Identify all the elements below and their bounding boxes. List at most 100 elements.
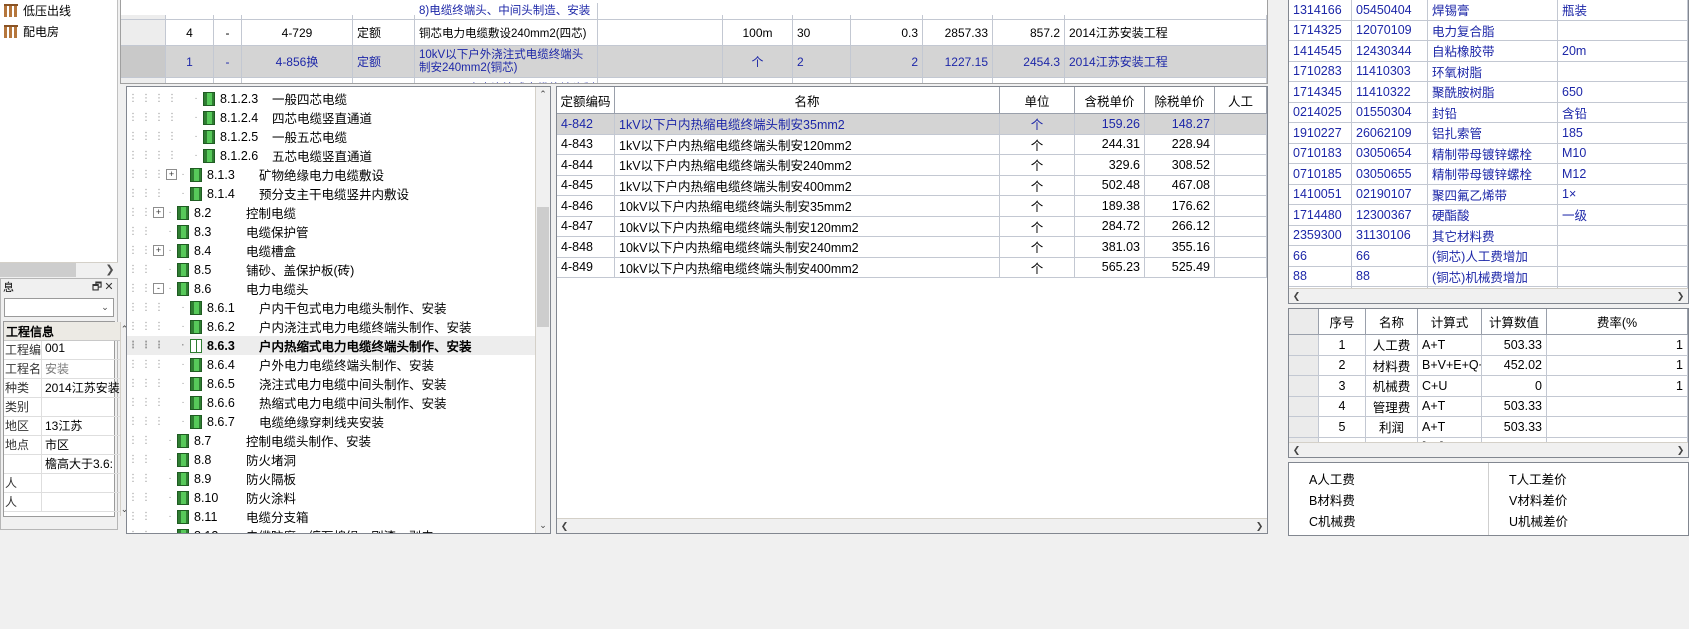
tree-expander-icon[interactable]: + — [166, 169, 177, 180]
quota-row[interactable]: 4-846 10kV以下户内热缩电缆终端头制安35mm2 个 189.38 176.62 — [557, 196, 1267, 217]
chapter-tree-item[interactable]: ⋮ ⋮ ⋮ · 8.6.5 浇注式电力电缆中间头制作、安装 — [127, 374, 535, 393]
cell-expander[interactable]: ‑ — [214, 46, 242, 77]
scroll-right-icon[interactable]: ❯ — [1673, 291, 1688, 302]
material-row[interactable]: 1710283 11410303 环氧树脂 — [1289, 61, 1688, 82]
info-row[interactable]: 地点 市区 — [4, 436, 120, 455]
chapter-tree-item[interactable]: ⋮ ⋮ ⋮ + · 8.1.3 矿物绝缘电力电缆敷设 — [127, 165, 535, 184]
table-row[interactable]: 8)电缆终端头、中间头制造、安装 — [121, 0, 1267, 20]
tree-expander-icon[interactable]: - — [153, 283, 164, 294]
fee-row[interactable]: 4 管理费 A+T 503.33 — [1289, 396, 1688, 417]
materials-grid-hscrollbar[interactable]: ❮ ❯ — [1289, 288, 1688, 303]
col-header-seq[interactable]: 序号 — [1319, 309, 1366, 334]
info-row[interactable]: 工程编号001 — [4, 341, 120, 360]
quota-row[interactable]: 4-843 1kV以下户内热缩电缆终端头制安120mm2 个 244.31 228.94 — [557, 134, 1267, 155]
quota-row[interactable]: 4-844 1kV以下户内热缩电缆终端头制安240mm2 个 329.6 308.52 — [557, 155, 1267, 176]
chapter-tree-item[interactable]: ⋮ ⋮ ⋮ · 8.6.4 户外电力电缆终端头制作、安装 — [127, 355, 535, 374]
material-row[interactable]: 0214025 01550304 封铅 含铅 — [1289, 102, 1688, 123]
project-tree-item[interactable]: 配电房 — [0, 21, 117, 42]
scroll-down-icon[interactable]: ⌄ — [536, 518, 550, 533]
table-row-selected[interactable]: 1 ‑ 4-856换 定额 10kV以下户外浇注式电缆终端头制安240mm2(铜… — [121, 46, 1267, 78]
material-row[interactable]: 0710183 03050654 精制带母镀锌螺栓 M10 — [1289, 143, 1688, 164]
material-row[interactable]: 66 66 (铜芯)人工费增加 — [1289, 246, 1688, 267]
chapter-tree-item[interactable]: ⋮ ⋮ ⋮ ⋮ · 8.1.2.5 一般五芯电缆 — [127, 127, 535, 146]
chapter-tree-item[interactable]: ⋮ ⋮ ⋮ · 8.6.6 热缩式电力电缆中间头制作、安装 — [127, 393, 535, 412]
project-tree-item[interactable]: 低压出线 — [0, 0, 117, 21]
chapter-tree-item[interactable]: ⋮ ⋮ · 8.11 电缆分支箱 — [127, 507, 535, 526]
info-row[interactable]: 人 — [4, 493, 120, 512]
quota-row[interactable]: 4-845 1kV以下户内热缩电缆终端头制安400mm2 个 502.48 467.08 — [557, 175, 1267, 196]
quota-row[interactable]: 4-849 10kV以下户内热缩电缆终端头制安400mm2 个 565.23 525.4… — [557, 257, 1267, 278]
material-row[interactable]: 88 88 (铜芯)机械费增加 — [1289, 266, 1688, 287]
chapter-tree-item[interactable]: ⋮ ⋮ ⋮ · 8.6.7 电缆绝缘穿刺线夹安装 — [127, 412, 535, 431]
fee-row[interactable]: 3 机械费 C+U 0 1 — [1289, 376, 1688, 397]
chapter-tree-item[interactable]: ⋮ ⋮ ⋮ · 8.1.4 预分支主干电缆竖井内敷设 — [127, 184, 535, 203]
close-icon[interactable]: ✕ — [103, 281, 115, 293]
chevron-down-icon[interactable]: ⌄ — [97, 302, 113, 313]
chevron-right-icon[interactable]: ❯ — [102, 263, 118, 277]
material-row[interactable]: 1314166 05450404 焊锡膏 瓶装 — [1289, 0, 1688, 21]
project-selector-combo[interactable]: ⌄ — [4, 298, 114, 317]
chapter-tree-item[interactable]: ⋮ ⋮ - · 8.6 电力电缆头 — [127, 279, 535, 298]
col-header-unit[interactable]: 单位 — [1000, 87, 1075, 113]
col-header-name[interactable]: 名称 — [1366, 309, 1418, 334]
col-header-value[interactable]: 计算数值 — [1482, 309, 1547, 334]
chapter-tree-item[interactable]: ⋮ ⋮ + · 8.2 控制电缆 — [127, 203, 535, 222]
chapter-tree-item[interactable]: ⋮ ⋮ ⋮ ⋮ · 8.1.2.3 一般四芯电缆 — [127, 89, 535, 108]
material-row[interactable]: 1910227 26062109 铝扎索管 185 — [1289, 123, 1688, 144]
project-tree-hscrollbar[interactable]: ❯ — [0, 262, 118, 277]
material-row[interactable]: 1714480 12300367 硬酯酸 一级 — [1289, 205, 1688, 226]
quota-row[interactable]: 4-847 10kV以下户内热缩电缆终端头制安120mm2 个 284.72 266.1… — [557, 216, 1267, 237]
chapter-tree-item[interactable]: ⋮ ⋮ · 8.7 控制电缆头制作、安装 — [127, 431, 535, 450]
col-header-rate[interactable]: 费率(% — [1547, 309, 1688, 334]
scroll-right-icon[interactable]: ❯ — [1673, 445, 1688, 456]
scroll-left-icon[interactable]: ❮ — [1289, 291, 1304, 302]
chapter-tree-item[interactable]: ⋮ ⋮ ⋮ · 8.6.2 户内浇注式电力电缆终端头制作、安装 — [127, 317, 535, 336]
project-info-vscrollbar[interactable]: ⌃ ⌄ — [119, 322, 128, 516]
chapter-tree-item[interactable]: ⋮ ⋮ · 8.5 铺砂、盖保护板(砖) — [127, 260, 535, 279]
tree-expander-icon[interactable]: + — [153, 245, 164, 256]
chapter-tree-item[interactable]: ⋮ ⋮ · 8.9 防火隔板 — [127, 469, 535, 488]
quota-row-selected[interactable]: 4-842 1kV以下户内热缩电缆终端头制安35mm2 个 159.26 148.27 — [557, 114, 1267, 135]
quota-grid-hscrollbar[interactable]: ❮ ❯ — [557, 518, 1267, 533]
chapter-tree-item[interactable]: ⋮⋮ · 8.12电缆防腐、缠石棉绳、刷漆、剥皮 — [127, 526, 535, 533]
material-row[interactable]: 2359300 31130106 其它材料费 — [1289, 225, 1688, 246]
info-row[interactable]: 种类 2014江苏安装 — [4, 379, 120, 398]
chapter-tree-item[interactable]: ⋮ ⋮ ⋮ · 8.6.1 户内干包式电力电缆头制作、安装 — [127, 298, 535, 317]
fee-grid-hscrollbar[interactable]: ❮ ❯ — [1289, 442, 1688, 457]
fee-row[interactable]: 2材料费B+V+E+Q+D+452.021 — [1289, 355, 1688, 376]
scrollbar-thumb[interactable] — [537, 207, 549, 327]
material-row[interactable]: 1714345 11410322 聚酰胺树脂 650 — [1289, 82, 1688, 103]
info-row[interactable]: 檐高大于3.6: — [4, 455, 120, 474]
fee-row[interactable]: 1 人工费 A+T 503.33 1 — [1289, 335, 1688, 356]
restore-icon[interactable]: 🗗 — [91, 281, 103, 293]
material-row[interactable]: 1414545 12430344 自粘橡胶带 20m — [1289, 41, 1688, 62]
col-header-code[interactable]: 定额编码 — [557, 87, 615, 113]
quota-row[interactable]: 4-848 10kV以下户内热缩电缆终端头制安240mm2 个 381.03 355.1… — [557, 237, 1267, 258]
chapter-tree-item[interactable]: ⋮ ⋮ ⋮ ⋮ · 8.1.2.4 四芯电缆竖直通道 — [127, 108, 535, 127]
tree-expander-icon[interactable]: + — [153, 207, 164, 218]
chapter-tree-item[interactable]: ⋮ ⋮ ⋮ · 8.6.3 户内热缩式电力电缆终端头制作、安装 — [127, 336, 535, 355]
fee-row[interactable]: 5 利润 A+T 503.33 — [1289, 417, 1688, 438]
material-row[interactable]: 1410051 02190107 聚四氟乙烯带 1× — [1289, 184, 1688, 205]
col-header-name[interactable]: 名称 — [615, 87, 1000, 113]
info-row[interactable]: 地区 13江苏 — [4, 417, 120, 436]
cell-expander[interactable]: ‑ — [214, 20, 242, 45]
col-header-tax-price[interactable]: 含税单价 — [1075, 87, 1145, 113]
info-row[interactable]: 人 — [4, 474, 120, 493]
scroll-left-icon[interactable]: ❮ — [1289, 445, 1304, 456]
chapter-tree-item[interactable]: ⋮ ⋮ · 8.3 电缆保护管 — [127, 222, 535, 241]
scroll-left-icon[interactable]: ❮ — [557, 521, 572, 532]
scroll-up-icon[interactable]: ⌃ — [536, 87, 550, 102]
info-row[interactable]: 工程名称安装 — [4, 360, 120, 379]
scrollbar-thumb[interactable] — [0, 263, 76, 277]
chapter-tree-item[interactable]: ⋮ ⋮ · 8.10 防火涂料 — [127, 488, 535, 507]
col-header-notax-price[interactable]: 除税单价 — [1145, 87, 1215, 113]
chapter-tree-item[interactable]: ⋮ ⋮ ⋮ ⋮ · 8.1.2.6 五芯电缆竖直通道 — [127, 146, 535, 165]
material-row[interactable]: 0710185 03050655 精制带母镀锌螺栓 M12 — [1289, 164, 1688, 185]
chapter-tree-vscrollbar[interactable]: ⌃ ⌄ — [535, 87, 550, 533]
scroll-right-icon[interactable]: ❯ — [1252, 521, 1267, 532]
material-row[interactable]: 1714325 12070109 电力复合脂 — [1289, 20, 1688, 41]
col-header-labor[interactable]: 人工 — [1215, 87, 1267, 113]
col-header-formula[interactable]: 计算式 — [1418, 309, 1482, 334]
table-row[interactable]: 4 ‑ 4-729 定额 铜芯电力电缆敷设240mm2(四芯) 100m 30 … — [121, 20, 1267, 46]
